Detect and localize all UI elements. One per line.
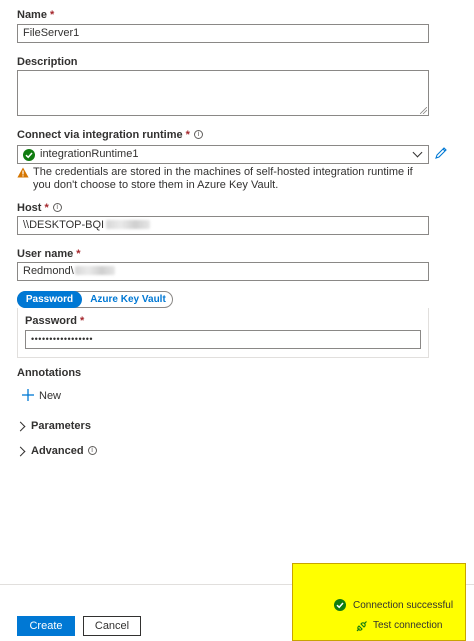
required-mark: * [79,315,85,327]
password-input[interactable]: ••••••••••••••••• [25,330,421,349]
required-mark: * [76,248,81,260]
chevron-down-icon [412,147,423,158]
info-icon[interactable]: i [193,130,203,139]
check-circle-icon [334,599,346,611]
runtime-label: Connect via integration runtime * i [17,129,203,141]
info-icon[interactable]: i [87,446,97,455]
host-input[interactable]: \\DESKTOP-BQI [17,216,429,235]
connection-status-text: Connection successful [353,600,454,611]
runtime-select[interactable]: integrationRuntime1 [17,145,429,164]
advanced-expander[interactable]: Advanced i [15,444,137,460]
name-input[interactable]: FileServer1 [17,24,429,43]
password-label: Password * [25,315,85,327]
runtime-value: integrationRuntime1 [40,148,139,160]
host-label: Host * i [17,202,62,214]
plus-icon [22,389,34,401]
description-textarea[interactable] [17,70,429,116]
auth-toggle: Password Azure Key Vault [17,291,173,308]
create-button[interactable]: Create [17,616,75,636]
redacted-host [106,220,151,229]
warning-icon [17,167,29,178]
tab-password[interactable]: Password [17,291,82,308]
password-panel: Password * ••••••••••••••••• [17,308,429,358]
required-mark: * [185,129,190,141]
resize-handle-icon[interactable] [420,107,427,114]
name-label: Name * [17,9,55,21]
tab-azure-key-vault[interactable]: Azure Key Vault [84,292,172,307]
required-mark: * [44,202,49,214]
plug-icon [356,621,367,632]
username-input[interactable]: Redmond\ [17,262,429,281]
annotations-label: Annotations [17,367,82,379]
chevron-right-icon [15,446,26,457]
username-label: User name * [17,248,81,260]
check-circle-icon [23,149,35,161]
cancel-button[interactable]: Cancel [83,616,141,636]
redacted-username [74,266,115,275]
chevron-right-icon [15,421,26,432]
edit-pencil-icon[interactable] [434,146,448,160]
connection-status-highlight: Connection successful Test connection [292,563,466,641]
warning-text: The credentials are stored in the machin… [33,166,413,191]
test-connection-button[interactable]: Test connection [355,619,455,635]
required-mark: * [49,9,55,21]
info-icon[interactable]: i [52,203,62,212]
description-label: Description [17,56,78,68]
parameters-expander[interactable]: Parameters [15,419,137,435]
